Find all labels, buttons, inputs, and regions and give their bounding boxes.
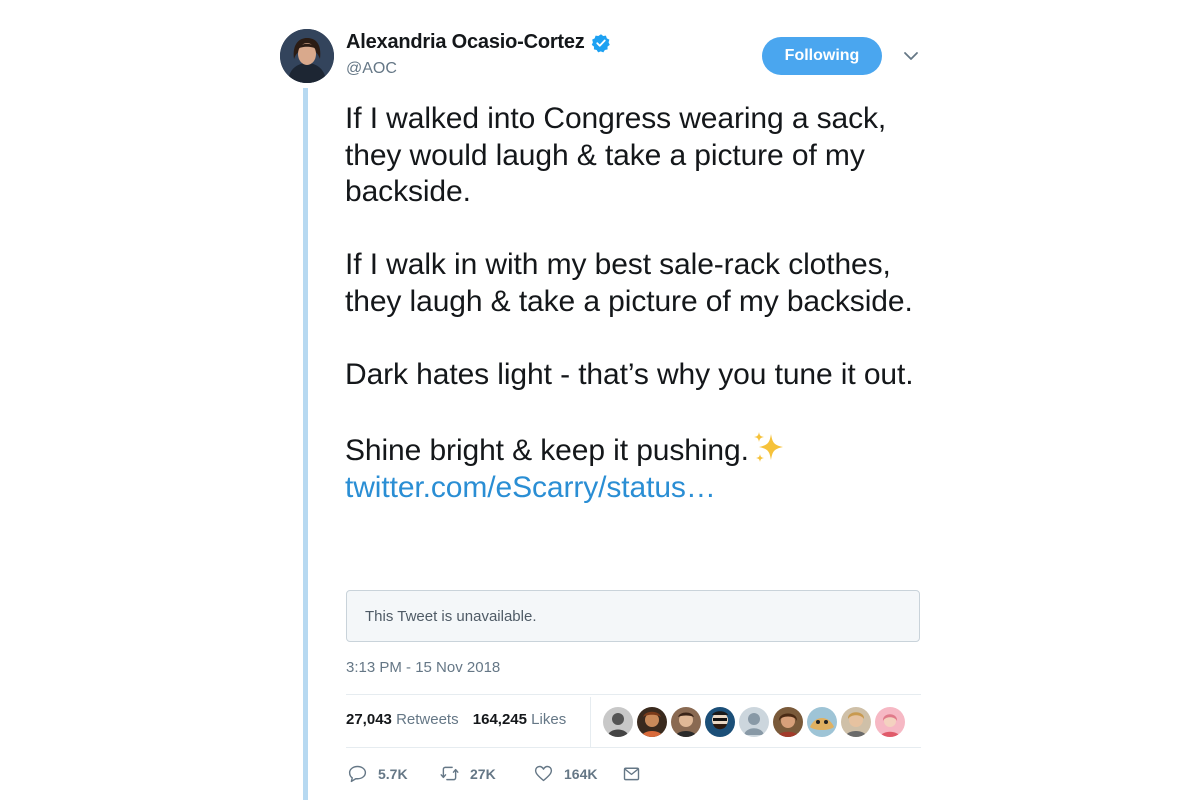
likes-count: 164,245 [472, 711, 527, 728]
liker-avatar[interactable] [807, 707, 837, 737]
tweet-paragraph: If I walk in with my best sale-rack clot… [345, 248, 913, 318]
heart-icon [534, 765, 553, 782]
tweet-paragraph-last: Shine bright & keep it pushing. twitter.… [345, 430, 925, 506]
tweet-actions: 5.7K 27K 164K [347, 763, 642, 784]
tweet-link[interactable]: twitter.com/eScarry/status… [345, 471, 716, 504]
liker-avatar[interactable] [875, 707, 905, 737]
liker-avatar[interactable] [603, 707, 633, 737]
author-avatar[interactable] [280, 29, 334, 83]
liker-avatar[interactable] [841, 707, 871, 737]
liker-avatar[interactable] [671, 707, 701, 737]
author-name[interactable]: Alexandria Ocasio-Cortez [346, 31, 611, 54]
retweet-icon [440, 766, 459, 781]
tweet-stats: 27,043 Retweets 164,245 Likes [346, 711, 566, 728]
following-button[interactable]: Following [762, 37, 882, 75]
divider [346, 694, 921, 695]
liker-avatars [603, 707, 905, 737]
thread-line [303, 88, 308, 800]
divider [346, 747, 921, 748]
like-count: 164K [564, 765, 598, 782]
tweet-text: If I walked into Congress wearing a sack… [345, 101, 925, 507]
verified-badge-icon [591, 33, 610, 52]
tweet-timestamp[interactable]: 3:13 PM - 15 Nov 2018 [346, 659, 500, 676]
tweet-paragraph: Shine bright & keep it pushing. [345, 434, 749, 468]
quoted-tweet-text: This Tweet is unavailable. [365, 608, 537, 625]
author-handle[interactable]: @AOC [346, 60, 397, 78]
envelope-icon [623, 767, 640, 781]
quoted-tweet-card[interactable]: This Tweet is unavailable. [346, 590, 920, 642]
tweet-paragraph: If I walked into Congress wearing a sack… [345, 102, 887, 209]
liker-avatar[interactable] [739, 707, 769, 737]
likes-stat[interactable]: 164,245 Likes [473, 711, 566, 728]
like-button[interactable]: 164K [533, 763, 621, 784]
liker-avatar[interactable] [705, 707, 735, 737]
direct-message-button[interactable] [621, 763, 642, 784]
liker-avatar[interactable] [637, 707, 667, 737]
reply-button[interactable]: 5.7K [347, 763, 439, 784]
liker-avatar[interactable] [773, 707, 803, 737]
retweet-count: 27K [470, 765, 496, 782]
tweet-paragraph: Dark hates light - that’s why you tune i… [345, 358, 914, 392]
likes-label: Likes [531, 711, 567, 728]
author-name-text[interactable]: Alexandria Ocasio-Cortez [346, 31, 585, 54]
retweet-button[interactable]: 27K [439, 763, 533, 784]
reply-icon [348, 765, 367, 783]
retweets-count: 27,043 [346, 711, 392, 728]
stats-divider [590, 697, 591, 747]
reply-count: 5.7K [378, 765, 408, 782]
chevron-down-icon[interactable] [902, 47, 920, 65]
retweets-label: Retweets [396, 711, 459, 728]
retweets-stat[interactable]: 27,043 Retweets [346, 711, 459, 728]
sparkles-icon [753, 432, 783, 463]
